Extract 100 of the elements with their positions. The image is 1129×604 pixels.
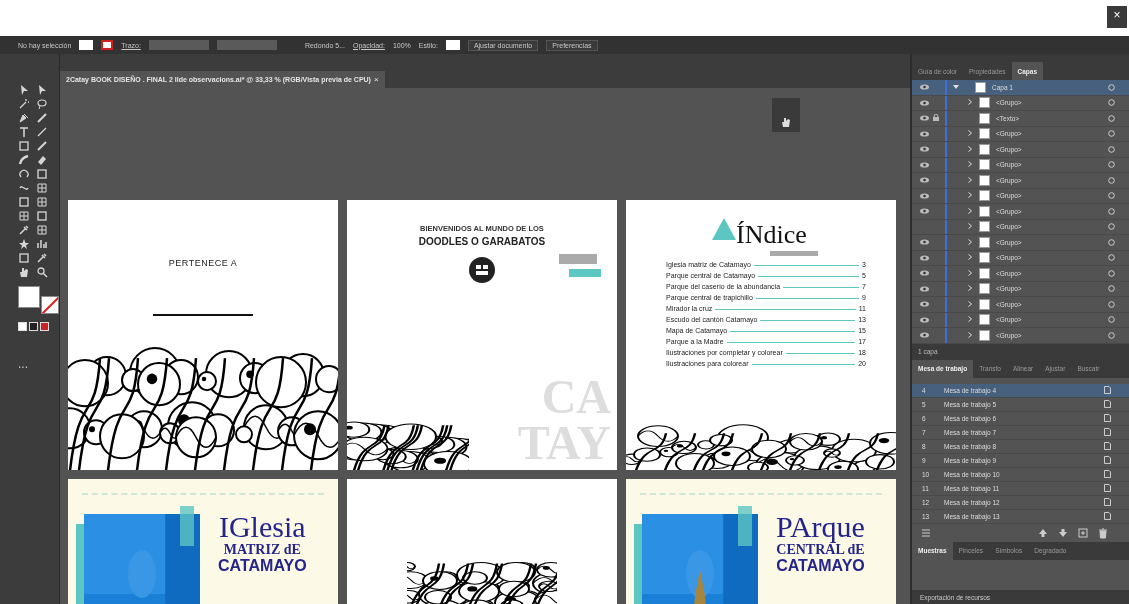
eraser-icon[interactable] xyxy=(36,154,48,166)
page-subtitle: MATRIZ dE xyxy=(223,542,301,557)
chevron-icon[interactable] xyxy=(967,207,973,214)
chevron-icon[interactable] xyxy=(967,223,973,230)
chevron-icon[interactable] xyxy=(967,130,973,137)
accent-block xyxy=(569,269,601,277)
chevron-icon[interactable] xyxy=(967,238,973,245)
page-title: IGlesia xyxy=(218,512,306,542)
square-icon[interactable] xyxy=(36,168,48,180)
thumbnail xyxy=(975,81,986,93)
eye-icon[interactable] xyxy=(920,332,929,339)
blob-brush-icon[interactable] xyxy=(18,154,30,166)
chevron-icon[interactable] xyxy=(967,192,973,199)
close-button[interactable]: × xyxy=(1107,6,1127,28)
thumbnail xyxy=(979,298,990,310)
eye-icon[interactable] xyxy=(920,99,929,106)
thumbnail xyxy=(979,283,990,295)
logo-icon xyxy=(469,257,495,283)
lasso-icon[interactable] xyxy=(36,98,48,110)
search-icon[interactable] xyxy=(36,266,48,278)
eye-icon[interactable] xyxy=(920,130,929,137)
lock-icon[interactable] xyxy=(933,114,939,122)
wand-icon[interactable] xyxy=(18,98,30,110)
eye-icon[interactable] xyxy=(920,239,929,246)
chevron-icon[interactable] xyxy=(967,316,973,323)
square-icon[interactable] xyxy=(18,140,30,152)
eye-icon[interactable] xyxy=(920,146,929,153)
thumbnail xyxy=(979,128,990,140)
new-artboard-icon[interactable] xyxy=(1077,526,1089,539)
pen-icon[interactable] xyxy=(18,112,30,124)
brush-icon[interactable] xyxy=(36,112,48,124)
hand-icon[interactable] xyxy=(780,116,792,128)
bar-chart-icon[interactable] xyxy=(36,238,48,250)
grid-icon[interactable] xyxy=(36,182,48,194)
floating-panel[interactable] xyxy=(772,98,800,132)
arrow-icon[interactable] xyxy=(18,84,30,96)
eye-icon[interactable] xyxy=(920,301,929,308)
accent-block xyxy=(180,506,194,546)
caret-icon[interactable] xyxy=(953,83,959,90)
close-tab-button[interactable]: × xyxy=(373,75,379,84)
stroke-swatch[interactable] xyxy=(101,40,114,50)
variable-width-field[interactable] xyxy=(216,40,277,50)
eye-icon[interactable] xyxy=(920,115,929,122)
star-icon[interactable] xyxy=(18,238,30,250)
page-title: PERTENECE A xyxy=(167,258,239,268)
grid-icon[interactable] xyxy=(36,196,48,208)
square-icon[interactable] xyxy=(18,196,30,208)
square-icon[interactable] xyxy=(18,252,30,264)
arrow-icon[interactable] xyxy=(36,84,48,96)
stroke-field[interactable] xyxy=(148,40,209,50)
line-icon[interactable] xyxy=(36,126,48,138)
chevron-icon[interactable] xyxy=(967,176,973,183)
eye-icon[interactable] xyxy=(920,270,929,277)
chevron-icon[interactable] xyxy=(967,254,973,261)
eye-icon[interactable] xyxy=(920,192,929,199)
eye-icon[interactable] xyxy=(920,84,929,91)
eye-icon[interactable] xyxy=(920,161,929,168)
page-subtitle: CATAMAYO xyxy=(776,557,865,574)
thumbnail xyxy=(979,174,990,186)
thumbnail xyxy=(979,159,990,171)
hand-icon[interactable] xyxy=(18,266,30,278)
arrow-down-icon[interactable] xyxy=(1057,526,1069,539)
fill-swatch[interactable] xyxy=(79,40,94,50)
chevron-icon[interactable] xyxy=(967,161,973,168)
thumbnail xyxy=(979,112,990,124)
eye-icon[interactable] xyxy=(920,316,929,323)
more-tools-button[interactable]: ... xyxy=(18,357,28,371)
eyedropper-icon[interactable] xyxy=(18,224,30,236)
rotate-icon[interactable] xyxy=(18,168,30,180)
chevron-icon[interactable] xyxy=(967,99,973,106)
thumbnail xyxy=(979,205,990,217)
square-icon[interactable] xyxy=(36,210,48,222)
brush-icon[interactable] xyxy=(36,140,48,152)
chevron-icon[interactable] xyxy=(967,145,973,152)
page-subtitle: CENTRAL dE xyxy=(776,542,865,557)
thumbnail xyxy=(979,329,990,341)
eyedropper-icon[interactable] xyxy=(36,252,48,264)
chevron-icon[interactable] xyxy=(967,285,973,292)
eye-icon[interactable] xyxy=(920,285,929,292)
thumbnail xyxy=(979,267,990,279)
page-title: PArque xyxy=(776,512,865,542)
chevron-icon[interactable] xyxy=(967,269,973,276)
fill-swatch[interactable] xyxy=(18,286,40,308)
page-title: ÍNdice xyxy=(736,220,807,250)
type-tool-icon[interactable] xyxy=(18,126,30,138)
trash-icon[interactable] xyxy=(1097,526,1109,539)
eye-icon[interactable] xyxy=(920,208,929,215)
eye-icon[interactable] xyxy=(920,177,929,184)
stroke-swatch[interactable] xyxy=(41,296,59,314)
thumbnail xyxy=(979,143,990,155)
grid-icon[interactable] xyxy=(18,210,30,222)
chevron-icon[interactable] xyxy=(967,331,973,338)
chevron-icon[interactable] xyxy=(967,300,973,307)
grid-icon[interactable] xyxy=(36,224,48,236)
thumbnail xyxy=(979,190,990,202)
style-swatch[interactable] xyxy=(445,40,460,50)
accent-block xyxy=(738,506,752,546)
page-subtitle: CATAMAYO xyxy=(218,557,307,574)
eye-icon[interactable] xyxy=(920,254,929,261)
thumbnail xyxy=(979,221,990,233)
